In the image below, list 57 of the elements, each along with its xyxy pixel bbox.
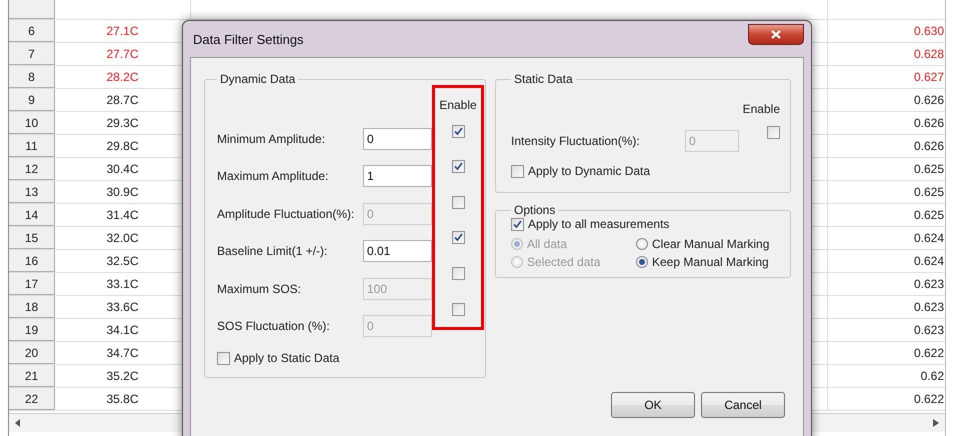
radio-option[interactable]: Keep Manual Marking [636, 255, 780, 269]
table-cell: 0.623 [827, 319, 945, 341]
field-label: Amplitude Fluctuation(%): [217, 206, 355, 221]
table-cell: 0.626 [827, 135, 945, 157]
input-field[interactable]: 0 [363, 128, 432, 150]
table-cell: 0.62 [827, 365, 945, 387]
field-label: Maximum SOS: [217, 282, 302, 296]
row-number: 6 [9, 20, 55, 42]
row-number: 14 [9, 204, 55, 226]
group-title: Options [513, 203, 556, 217]
row-number: 10 [9, 112, 55, 134]
field-label: Baseline Limit(1 +/-): [217, 244, 328, 258]
checkbox-option[interactable]: Apply to all measurements [511, 217, 780, 231]
field-label: SOS Fluctuation (%): [217, 319, 331, 334]
table-cell: 0.630 [827, 20, 945, 42]
row-number: 7 [9, 43, 55, 65]
group-title: Static Data [513, 72, 574, 86]
row-number: 21 [9, 365, 55, 387]
table-cell: 0.625 [827, 204, 945, 226]
radio-option[interactable]: Clear Manual Marking [636, 237, 780, 251]
group-title: Dynamic Data [219, 72, 296, 86]
table-cell: 0.626 [827, 112, 945, 134]
row-number: 16 [9, 250, 55, 272]
row-number: 15 [9, 227, 55, 249]
column-label: Enable [742, 102, 780, 118]
row-number: 17 [9, 273, 55, 295]
row-number: 22 [9, 388, 55, 410]
table-cell: 0.622 [827, 388, 945, 410]
row-number: 20 [9, 342, 55, 364]
window-title: Data Filter Settings [192, 32, 304, 46]
table-cell: 0.624 [827, 250, 945, 272]
table-cell: 0.626 [827, 89, 945, 111]
row-number: 12 [9, 158, 55, 180]
table-cell: 0.627 [827, 66, 945, 88]
input-field[interactable]: 0.01 [363, 240, 432, 262]
dialog-button[interactable]: Cancel [701, 392, 785, 418]
dialog-button[interactable]: OK [611, 392, 695, 418]
field-label: Minimum Amplitude: [217, 132, 326, 146]
table-cell: 0.625 [827, 181, 945, 203]
table-cell: 0.623 [827, 296, 945, 318]
row-number: 19 [9, 319, 55, 341]
column-label: Enable [439, 98, 477, 114]
input-field[interactable]: 1 [363, 165, 432, 188]
table-cell: 0.624 [827, 227, 945, 249]
row-number: 13 [9, 181, 55, 203]
field-label: Maximum Amplitude: [217, 169, 330, 184]
row-number: 9 [9, 89, 55, 111]
row-number: 11 [9, 135, 55, 157]
table-cell: 0.623 [827, 273, 945, 295]
checkbox-option[interactable]: Apply to Static Data [217, 351, 481, 365]
field-label: Intensity Fluctuation(%): [511, 134, 641, 148]
checkbox-option[interactable]: Apply to Dynamic Data [511, 164, 780, 178]
table-cell: 0.622 [827, 342, 945, 364]
table-cell: 0.625 [827, 158, 945, 180]
row-number: 8 [9, 66, 55, 88]
table-cell: 0.628 [827, 43, 945, 65]
row-number: 18 [9, 296, 55, 318]
